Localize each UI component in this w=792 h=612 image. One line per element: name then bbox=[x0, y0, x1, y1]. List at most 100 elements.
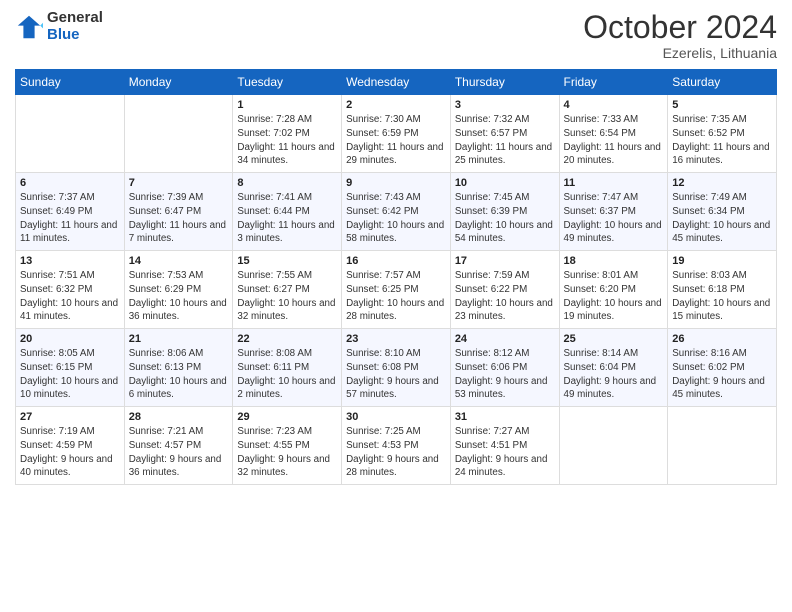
day-cell: 21Sunrise: 8:06 AMSunset: 6:13 PMDayligh… bbox=[124, 329, 233, 407]
week-row-4: 20 Sunrise: 8:05 AMSunset: 6:15 PMDayligh… bbox=[16, 329, 777, 407]
day-cell: 28 Sunrise: 7:21 AMSunset: 4:57 PMDayligh… bbox=[124, 407, 233, 485]
calendar-table: SundayMondayTuesdayWednesdayThursdayFrid… bbox=[15, 69, 777, 485]
day-number: 22 bbox=[237, 333, 337, 345]
day-detail: Sunrise: 7:28 AMSunset: 7:02 PMDaylight:… bbox=[237, 113, 337, 168]
col-header-friday: Friday bbox=[559, 70, 668, 95]
day-cell bbox=[124, 95, 233, 173]
col-header-monday: Monday bbox=[124, 70, 233, 95]
day-cell: 20 Sunrise: 8:05 AMSunset: 6:15 PMDayligh… bbox=[16, 329, 125, 407]
day-detail: Sunrise: 7:41 AMSunset: 6:44 PMDaylight:… bbox=[237, 191, 337, 246]
col-header-sunday: Sunday bbox=[16, 70, 125, 95]
day-cell bbox=[668, 407, 777, 485]
col-header-tuesday: Tuesday bbox=[233, 70, 342, 95]
day-cell bbox=[16, 95, 125, 173]
day-number: 31 bbox=[455, 411, 555, 423]
logo-general-text: General bbox=[47, 10, 103, 27]
day-detail: Sunrise: 8:16 AMSunset: 6:02 PMDaylight:… bbox=[672, 347, 772, 402]
day-cell: 11 Sunrise: 7:47 AMSunset: 6:37 PMDayligh… bbox=[559, 173, 668, 251]
day-cell: 30Sunrise: 7:25 AMSunset: 4:53 PMDayligh… bbox=[342, 407, 451, 485]
day-cell: 2 Sunrise: 7:30 AMSunset: 6:59 PMDaylight… bbox=[342, 95, 451, 173]
col-header-saturday: Saturday bbox=[668, 70, 777, 95]
day-number: 1 bbox=[237, 99, 337, 111]
day-cell: 9 Sunrise: 7:43 AMSunset: 6:42 PMDaylight… bbox=[342, 173, 451, 251]
day-number: 10 bbox=[455, 177, 555, 189]
day-number: 14 bbox=[129, 255, 229, 267]
day-cell: 10 Sunrise: 7:45 AMSunset: 6:39 PMDayligh… bbox=[450, 173, 559, 251]
day-cell: 19Sunrise: 8:03 AMSunset: 6:18 PMDayligh… bbox=[668, 251, 777, 329]
day-detail: Sunrise: 7:55 AMSunset: 6:27 PMDaylight:… bbox=[237, 269, 337, 324]
day-cell: 29Sunrise: 7:23 AMSunset: 4:55 PMDayligh… bbox=[233, 407, 342, 485]
day-number: 30 bbox=[346, 411, 446, 423]
day-cell: 1 Sunrise: 7:28 AMSunset: 7:02 PMDaylight… bbox=[233, 95, 342, 173]
location-subtitle: Ezerelis, Lithuania bbox=[583, 45, 777, 61]
day-cell: 25Sunrise: 8:14 AMSunset: 6:04 PMDayligh… bbox=[559, 329, 668, 407]
day-cell: 14Sunrise: 7:53 AMSunset: 6:29 PMDayligh… bbox=[124, 251, 233, 329]
day-number: 3 bbox=[455, 99, 555, 111]
day-detail: Sunrise: 7:45 AMSunset: 6:39 PMDaylight:… bbox=[455, 191, 555, 246]
day-detail: Sunrise: 8:03 AMSunset: 6:18 PMDaylight:… bbox=[672, 269, 772, 324]
day-cell: 4Sunrise: 7:33 AMSunset: 6:54 PMDaylight… bbox=[559, 95, 668, 173]
day-detail: Sunrise: 7:37 AMSunset: 6:49 PMDaylight:… bbox=[20, 191, 120, 246]
day-detail: Sunrise: 8:10 AMSunset: 6:08 PMDaylight:… bbox=[346, 347, 446, 402]
day-detail: Sunrise: 8:08 AMSunset: 6:11 PMDaylight:… bbox=[237, 347, 337, 402]
day-number: 21 bbox=[129, 333, 229, 345]
day-number: 2 bbox=[346, 99, 446, 111]
day-number: 28 bbox=[129, 411, 229, 423]
col-header-thursday: Thursday bbox=[450, 70, 559, 95]
day-detail: Sunrise: 7:43 AMSunset: 6:42 PMDaylight:… bbox=[346, 191, 446, 246]
day-detail: Sunrise: 7:30 AMSunset: 6:59 PMDaylight:… bbox=[346, 113, 446, 168]
calendar-header-row: SundayMondayTuesdayWednesdayThursdayFrid… bbox=[16, 70, 777, 95]
day-number: 5 bbox=[672, 99, 772, 111]
day-detail: Sunrise: 7:47 AMSunset: 6:37 PMDaylight:… bbox=[564, 191, 664, 246]
logo-blue-text: Blue bbox=[47, 27, 103, 44]
day-cell: 16 Sunrise: 7:57 AMSunset: 6:25 PMDayligh… bbox=[342, 251, 451, 329]
day-detail: Sunrise: 8:12 AMSunset: 6:06 PMDaylight:… bbox=[455, 347, 555, 402]
day-number: 11 bbox=[564, 177, 664, 189]
day-number: 24 bbox=[455, 333, 555, 345]
day-number: 4 bbox=[564, 99, 664, 111]
month-title: October 2024 bbox=[583, 10, 777, 45]
day-cell: 6Sunrise: 7:37 AMSunset: 6:49 PMDaylight… bbox=[16, 173, 125, 251]
day-detail: Sunrise: 7:49 AMSunset: 6:34 PMDaylight:… bbox=[672, 191, 772, 246]
day-number: 9 bbox=[346, 177, 446, 189]
day-detail: Sunrise: 7:32 AMSunset: 6:57 PMDaylight:… bbox=[455, 113, 555, 168]
day-detail: Sunrise: 7:57 AMSunset: 6:25 PMDaylight:… bbox=[346, 269, 446, 324]
day-cell: 8 Sunrise: 7:41 AMSunset: 6:44 PMDaylight… bbox=[233, 173, 342, 251]
day-detail: Sunrise: 7:51 AMSunset: 6:32 PMDaylight:… bbox=[20, 269, 120, 324]
logo-text: General Blue bbox=[47, 10, 103, 43]
day-cell: 31 Sunrise: 7:27 AMSunset: 4:51 PMDayligh… bbox=[450, 407, 559, 485]
day-detail: Sunrise: 7:27 AMSunset: 4:51 PMDaylight:… bbox=[455, 425, 555, 480]
day-cell: 26Sunrise: 8:16 AMSunset: 6:02 PMDayligh… bbox=[668, 329, 777, 407]
day-number: 20 bbox=[20, 333, 120, 345]
day-cell: 24 Sunrise: 8:12 AMSunset: 6:06 PMDayligh… bbox=[450, 329, 559, 407]
week-row-3: 13 Sunrise: 7:51 AMSunset: 6:32 PMDayligh… bbox=[16, 251, 777, 329]
day-cell: 15 Sunrise: 7:55 AMSunset: 6:27 PMDayligh… bbox=[233, 251, 342, 329]
day-cell: 18 Sunrise: 8:01 AMSunset: 6:20 PMDayligh… bbox=[559, 251, 668, 329]
day-number: 7 bbox=[129, 177, 229, 189]
day-detail: Sunrise: 8:01 AMSunset: 6:20 PMDaylight:… bbox=[564, 269, 664, 324]
week-row-2: 6Sunrise: 7:37 AMSunset: 6:49 PMDaylight… bbox=[16, 173, 777, 251]
day-number: 23 bbox=[346, 333, 446, 345]
day-cell: 22 Sunrise: 8:08 AMSunset: 6:11 PMDayligh… bbox=[233, 329, 342, 407]
day-detail: Sunrise: 7:21 AMSunset: 4:57 PMDaylight:… bbox=[129, 425, 229, 480]
day-number: 27 bbox=[20, 411, 120, 423]
title-block: October 2024 Ezerelis, Lithuania bbox=[583, 10, 777, 61]
day-detail: Sunrise: 7:39 AMSunset: 6:47 PMDaylight:… bbox=[129, 191, 229, 246]
week-row-5: 27 Sunrise: 7:19 AMSunset: 4:59 PMDayligh… bbox=[16, 407, 777, 485]
page: General Blue October 2024 Ezerelis, Lith… bbox=[0, 0, 792, 612]
day-cell: 7 Sunrise: 7:39 AMSunset: 6:47 PMDaylight… bbox=[124, 173, 233, 251]
day-number: 8 bbox=[237, 177, 337, 189]
day-detail: Sunrise: 8:05 AMSunset: 6:15 PMDaylight:… bbox=[20, 347, 120, 402]
day-number: 13 bbox=[20, 255, 120, 267]
logo-icon bbox=[15, 13, 43, 41]
day-number: 17 bbox=[455, 255, 555, 267]
day-cell: 3 Sunrise: 7:32 AMSunset: 6:57 PMDaylight… bbox=[450, 95, 559, 173]
day-number: 18 bbox=[564, 255, 664, 267]
day-number: 16 bbox=[346, 255, 446, 267]
day-detail: Sunrise: 7:19 AMSunset: 4:59 PMDaylight:… bbox=[20, 425, 120, 480]
day-cell bbox=[559, 407, 668, 485]
day-detail: Sunrise: 7:35 AMSunset: 6:52 PMDaylight:… bbox=[672, 113, 772, 168]
day-number: 15 bbox=[237, 255, 337, 267]
day-number: 29 bbox=[237, 411, 337, 423]
header: General Blue October 2024 Ezerelis, Lith… bbox=[15, 10, 777, 61]
